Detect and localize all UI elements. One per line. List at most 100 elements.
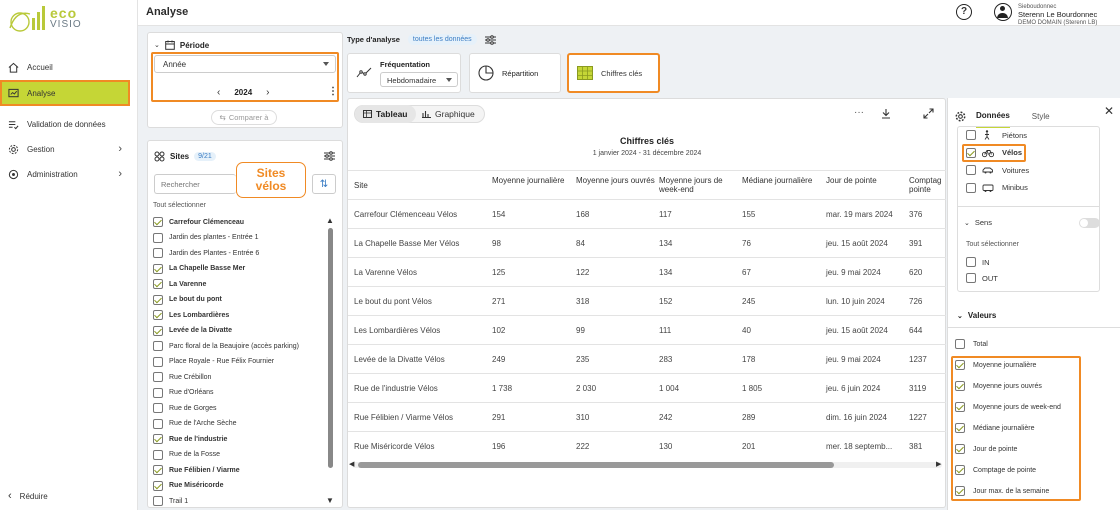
tab-style[interactable]: Style xyxy=(1032,112,1050,121)
site-item[interactable]: La Chapelle Basse Mer xyxy=(153,262,245,276)
frequentation-card[interactable]: Fréquentation Hebdomadaire xyxy=(347,53,461,93)
site-item[interactable]: Rue d'Orléans xyxy=(153,386,214,400)
column-header[interactable]: Jour de pointe xyxy=(826,176,906,185)
site-checkbox[interactable] xyxy=(153,325,163,336)
table-scrollbar-thumb[interactable] xyxy=(358,462,834,468)
site-item[interactable]: Carrefour Clémenceau xyxy=(153,215,244,229)
sites-search-input[interactable] xyxy=(154,174,236,194)
site-item[interactable]: Parc floral de la Beaujoire (accès parki… xyxy=(153,339,299,353)
sens-out[interactable]: OUT xyxy=(966,273,998,283)
download-icon[interactable] xyxy=(881,108,891,119)
valeur-item[interactable]: Total xyxy=(955,337,988,351)
site-checkbox[interactable] xyxy=(153,465,163,475)
site-item[interactable]: Trail 1 xyxy=(153,494,188,508)
filter-settings-icon[interactable] xyxy=(484,34,496,45)
periode-select[interactable]: Année xyxy=(154,55,336,73)
close-icon[interactable]: ✕ xyxy=(1104,104,1114,118)
site-checkbox[interactable] xyxy=(153,496,163,506)
site-item[interactable]: Jardin des plantes - Entrée 1 xyxy=(153,231,259,245)
more-vertical-icon[interactable]: ⋮ xyxy=(328,86,338,97)
expand-icon[interactable] xyxy=(923,108,934,119)
frequentation-select[interactable]: Hebdomadaire xyxy=(380,71,458,87)
sites-scrollbar[interactable] xyxy=(328,228,333,468)
column-header[interactable]: Site xyxy=(354,181,434,190)
sens-out-checkbox[interactable] xyxy=(966,273,976,283)
site-item[interactable]: Place Royale - Rue Félix Fournier xyxy=(153,355,274,369)
site-item[interactable]: Le bout du pont xyxy=(153,293,222,307)
nav-gestion[interactable]: Gestion › xyxy=(2,138,128,160)
mode-item[interactable]: Minibus xyxy=(966,182,1028,193)
column-header[interactable]: Comptag pointe xyxy=(909,176,945,194)
scroll-up-icon[interactable]: ▲ xyxy=(326,216,334,225)
sens-select-all[interactable]: Tout sélectionner xyxy=(966,241,1019,248)
repartition-card[interactable]: Répartition xyxy=(469,53,561,93)
site-checkbox[interactable] xyxy=(153,279,163,289)
site-checkbox[interactable] xyxy=(153,418,163,429)
site-checkbox[interactable] xyxy=(153,480,163,491)
site-item[interactable]: Rue de la Fosse xyxy=(153,448,220,462)
prev-year-button[interactable]: ‹ xyxy=(217,87,220,98)
site-item[interactable]: Rue de l'industrie xyxy=(153,432,227,446)
tab-tableau[interactable]: Tableau xyxy=(355,105,416,123)
column-header[interactable]: Moyenne jours ouvrés xyxy=(576,176,656,185)
table-cell: 152 xyxy=(659,297,673,306)
chevron-down-icon[interactable]: ⌄ xyxy=(957,312,963,320)
column-header[interactable]: Médiane journalière xyxy=(742,176,822,185)
mode-item[interactable]: Voitures xyxy=(966,165,1029,175)
site-checkbox[interactable] xyxy=(153,263,163,274)
site-checkbox[interactable] xyxy=(153,341,163,351)
site-checkbox[interactable] xyxy=(153,434,163,444)
valeur-checkbox[interactable] xyxy=(955,339,965,349)
mode-checkbox[interactable] xyxy=(966,130,976,140)
site-item[interactable]: Rue de l'Arche Sèche xyxy=(153,417,237,431)
mode-checkbox[interactable] xyxy=(966,165,976,175)
mode-checkbox[interactable] xyxy=(966,182,976,193)
site-checkbox[interactable] xyxy=(153,372,163,382)
site-checkbox[interactable] xyxy=(153,449,163,460)
site-checkbox[interactable] xyxy=(153,294,163,305)
sens-in[interactable]: IN xyxy=(966,257,990,267)
site-item[interactable]: Levée de la Divatte xyxy=(153,324,232,338)
site-item[interactable]: Les Lombardières xyxy=(153,308,229,322)
sens-in-checkbox[interactable] xyxy=(966,257,976,267)
user-info[interactable]: Sieboudonnec Sterenn Le Bourdonnec DEMO … xyxy=(1018,3,1097,27)
sort-button[interactable]: ⇅ xyxy=(312,174,336,194)
column-header[interactable]: Moyenne journalière xyxy=(492,176,572,185)
scroll-down-icon[interactable]: ▼ xyxy=(326,496,334,505)
chevron-down-icon[interactable]: ⌄ xyxy=(154,41,160,49)
site-checkbox[interactable] xyxy=(153,310,163,320)
nav-administration[interactable]: Administration › xyxy=(2,163,128,185)
site-checkbox[interactable] xyxy=(153,403,163,413)
site-checkbox[interactable] xyxy=(153,248,163,258)
next-year-button[interactable]: › xyxy=(266,87,269,98)
site-item[interactable]: Rue de Gorges xyxy=(153,401,216,415)
select-all-sites[interactable]: Tout sélectionner xyxy=(153,202,206,209)
filter-settings-icon[interactable] xyxy=(324,151,335,161)
help-icon[interactable]: ? xyxy=(956,4,972,20)
column-header[interactable]: Moyenne jours de week-end xyxy=(659,176,739,194)
scroll-left-icon[interactable]: ◀ xyxy=(349,460,354,468)
site-checkbox[interactable] xyxy=(153,387,163,398)
site-item[interactable]: Rue Crébillon xyxy=(153,370,211,384)
site-item[interactable]: La Varenne xyxy=(153,277,206,291)
site-checkbox[interactable] xyxy=(153,217,163,227)
chiffres-cles-card[interactable]: Chiffres clés xyxy=(567,53,660,93)
more-options-icon[interactable]: ··· xyxy=(854,107,864,118)
nav-analyse[interactable]: Analyse xyxy=(0,80,130,106)
site-item[interactable]: Rue Félibien / Viarme xyxy=(153,463,240,477)
nav-accueil[interactable]: Accueil xyxy=(2,56,128,78)
grid-table-icon xyxy=(577,66,593,80)
tab-graphique[interactable]: Graphique xyxy=(414,105,483,123)
site-item[interactable]: Rue Miséricorde xyxy=(153,479,223,493)
scroll-right-icon[interactable]: ▶ xyxy=(936,460,941,468)
site-item[interactable]: Jardin des Plantes - Entrée 6 xyxy=(153,246,259,260)
avatar[interactable] xyxy=(994,3,1012,21)
site-checkbox[interactable] xyxy=(153,356,163,367)
mode-item[interactable]: Piétons xyxy=(966,130,1027,140)
nav-validation[interactable]: Validation de données xyxy=(2,113,128,135)
sens-toggle[interactable] xyxy=(1079,218,1100,228)
chevron-down-icon[interactable]: ⌄ xyxy=(964,219,970,227)
nav-collapse[interactable]: ‹ Réduire xyxy=(2,485,128,507)
compare-button[interactable]: ⇆ Comparer à xyxy=(211,110,277,125)
site-checkbox[interactable] xyxy=(153,232,163,243)
